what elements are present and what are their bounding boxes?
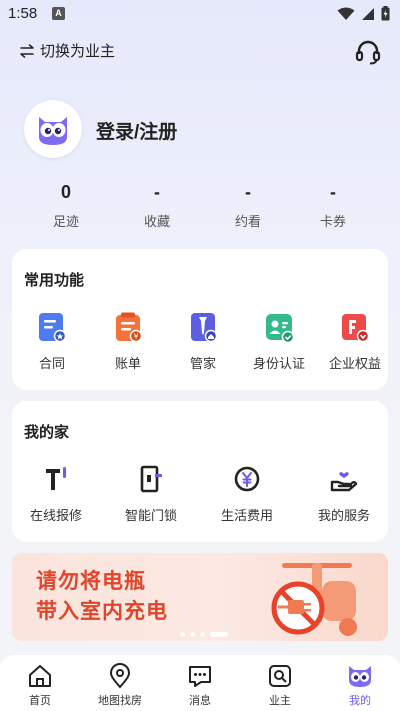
func-label: 合同	[38, 356, 65, 371]
status-icons	[337, 6, 390, 21]
tab-label: 我的	[349, 695, 371, 707]
tab-label: 消息	[189, 695, 211, 707]
repair-icon	[46, 467, 66, 490]
status-time: 1:58	[8, 5, 38, 22]
smart-lock-icon	[140, 465, 162, 493]
stat-footprint[interactable]: 0 足迹	[26, 180, 106, 230]
promo-banner[interactable]: 请勿将电瓶 带入室内充电	[12, 553, 388, 641]
swap-icon	[20, 43, 34, 58]
my-service-icon	[330, 472, 358, 492]
mine-owl-icon	[349, 666, 371, 687]
func-id-verify[interactable]: 身份认证	[239, 311, 319, 372]
stats-row: 0 足迹 - 收藏 - 约看 - 卡券	[0, 180, 400, 235]
func-label: 企业权益	[328, 356, 381, 371]
message-icon	[189, 666, 211, 687]
enterprise-benefits-icon	[342, 314, 370, 343]
stat-label: 约看	[234, 214, 261, 229]
tab-messages[interactable]: 消息	[160, 663, 240, 708]
wifi-icon	[337, 7, 355, 20]
func-contract[interactable]: 合同	[12, 311, 92, 372]
tab-label: 地图找房	[98, 695, 142, 707]
no-charging-scooter-illustration	[271, 563, 357, 636]
battery-icon	[381, 6, 390, 21]
card-title: 常用功能	[24, 272, 85, 289]
func-enterprise-benefits[interactable]: 企业权益	[315, 311, 395, 372]
func-butler[interactable]: 管家	[163, 311, 243, 372]
tab-label: 业主	[269, 695, 291, 707]
home-label: 我的服务	[317, 508, 370, 523]
func-label: 账单	[114, 356, 141, 371]
signal-icon	[362, 7, 374, 20]
tab-owner[interactable]: 业主	[240, 663, 320, 708]
home-repair[interactable]: 在线报修	[16, 463, 96, 524]
notification-icon: A	[52, 7, 65, 20]
my-home-card: 我的家 在线报修 智能门锁 生活费用 我的服务	[12, 401, 388, 542]
stat-value: 0	[60, 182, 71, 202]
customer-service-icon[interactable]	[354, 38, 382, 66]
login-register-link[interactable]: 登录/注册	[96, 117, 177, 144]
banner-line-2: 带入室内充电	[36, 600, 168, 623]
owner-icon	[269, 665, 291, 687]
pagination-dot	[180, 632, 185, 637]
home-label: 生活费用	[220, 508, 273, 523]
id-verify-icon	[266, 314, 295, 343]
func-bill[interactable]: ¥ 账单	[88, 311, 168, 372]
tab-map[interactable]: 地图找房	[80, 663, 160, 708]
stat-label: 卡券	[319, 214, 346, 229]
home-living-expenses[interactable]: 生活费用	[207, 463, 287, 524]
stat-value: -	[330, 182, 336, 202]
banner-text: 请勿将电瓶 带入室内充电	[36, 567, 168, 627]
home-icon	[29, 665, 51, 687]
map-pin-icon	[109, 663, 131, 689]
home-my-service[interactable]: 我的服务	[304, 463, 384, 524]
status-bar: 1:58 A	[0, 0, 400, 28]
avatar[interactable]	[24, 100, 82, 158]
switch-owner-label: 切换为业主	[40, 43, 116, 60]
butler-icon	[191, 313, 218, 343]
contract-icon	[39, 313, 67, 343]
pagination-dot-active	[210, 632, 228, 637]
common-functions-card: 常用功能 合同 ¥ 账单 管家 身份认证 企业权益	[12, 249, 388, 390]
banner-line-1: 请勿将电瓶	[36, 570, 146, 593]
home-label: 在线报修	[29, 508, 82, 523]
pagination-dot	[200, 632, 205, 637]
stat-viewings[interactable]: - 约看	[208, 180, 288, 230]
func-label: 身份认证	[252, 356, 305, 371]
stat-value: -	[154, 182, 160, 202]
svg-text:¥: ¥	[133, 332, 138, 341]
switch-owner-button[interactable]: 切换为业主	[20, 40, 115, 61]
card-title: 我的家	[24, 424, 70, 441]
home-smart-lock[interactable]: 智能门锁	[111, 463, 191, 524]
home-label: 智能门锁	[124, 508, 177, 523]
pagination-dot	[190, 632, 195, 637]
stat-favorites[interactable]: - 收藏	[117, 180, 197, 230]
tab-home[interactable]: 首页	[0, 663, 80, 708]
tab-label: 首页	[29, 695, 51, 707]
func-label: 管家	[189, 356, 216, 371]
bottom-tab-bar: 首页 地图找房 消息 业主 我的	[0, 655, 400, 711]
stat-value: -	[245, 182, 251, 202]
tab-mine[interactable]: 我的	[320, 663, 400, 708]
owl-mascot-icon	[39, 117, 67, 145]
banner-pagination	[180, 632, 228, 637]
stat-label: 足迹	[52, 214, 79, 229]
stat-label: 收藏	[143, 214, 170, 229]
stat-coupons[interactable]: - 卡券	[293, 180, 373, 230]
living-expenses-icon	[234, 466, 260, 492]
bill-icon: ¥	[116, 312, 143, 343]
